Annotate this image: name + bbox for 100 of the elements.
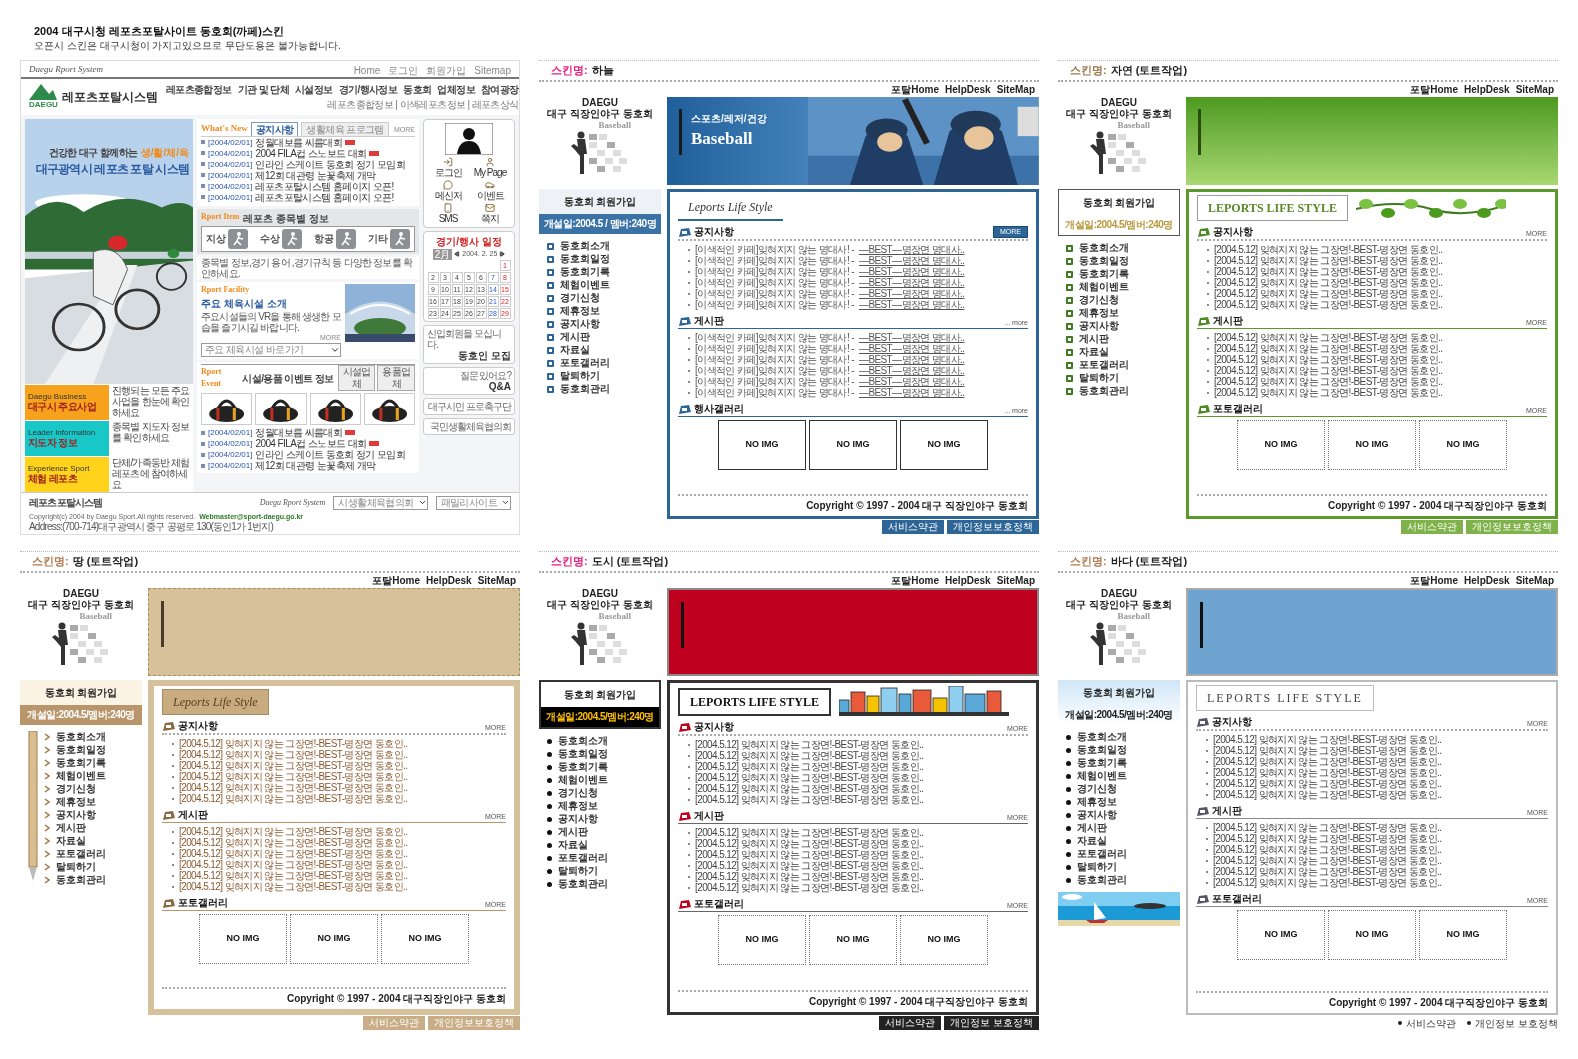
side-banner[interactable]: 국민생활체육협의회 xyxy=(423,417,515,435)
menu-link[interactable]: 자료실 xyxy=(1079,346,1109,358)
post-link[interactable]: [2004.5.12] 잊혀지지 않는 그장면!-BEST-명장면 동호인.. xyxy=(1214,332,1443,343)
sport-pictogram-icon[interactable] xyxy=(228,228,248,249)
menu-link[interactable]: 탈퇴하기 xyxy=(56,861,96,873)
menu-link[interactable]: 제휴정보 xyxy=(1079,307,1119,319)
sport-pictogram-icon[interactable] xyxy=(282,228,302,249)
post-link[interactable]: —BEST—명장면 명대사.. xyxy=(859,387,965,398)
post-link[interactable]: [2004.5.12] 잊혀지지 않는 그장면!-BEST-명장면 동호인.. xyxy=(1213,756,1442,767)
post-link[interactable]: [2004.5.12] 잊혀지지 않는 그장면!-BEST-명장면 동호인.. xyxy=(695,860,924,871)
post-link[interactable]: [2004.5.12] 잊혀지지 않는 그장면!-BEST-명장면 동호인.. xyxy=(695,761,924,772)
event-tab[interactable]: 용품업체 xyxy=(377,365,415,391)
news-link[interactable]: 2004 FILA컵 스노보드 대회 xyxy=(255,147,367,159)
post-link[interactable]: [2004.5.12] 잊혀지지 않는 그장면!-BEST-명장면 동호인.. xyxy=(1214,288,1443,299)
menu-link[interactable]: 제휴정보 xyxy=(1077,796,1117,808)
post-link[interactable]: [2004.5.12] 잊혀지지 않는 그장면!-BEST-명장면 동호인.. xyxy=(179,760,408,771)
menu-link[interactable]: 동호회일정 xyxy=(1079,255,1129,267)
post-link[interactable]: [2004.5.12] 잊혀지지 않는 그장면!-BEST-명장면 동호인.. xyxy=(1214,354,1443,365)
menu-link[interactable]: 탈퇴하기 xyxy=(1077,861,1117,873)
menu-link[interactable]: 동호회일정 xyxy=(1077,744,1127,756)
menu-link[interactable]: 동호회관리 xyxy=(1077,874,1127,886)
menu-link[interactable]: 제휴정보 xyxy=(560,305,600,317)
menu-link[interactable]: 포토갤러리 xyxy=(56,848,106,860)
previous-arrow-icon[interactable] xyxy=(454,251,461,257)
menu-link[interactable]: 공지사항 xyxy=(56,809,96,821)
event-tab[interactable]: 시설업체 xyxy=(337,365,376,391)
utility-link[interactable]: Sitemap xyxy=(474,64,511,77)
post-link[interactable]: [2004.5.12] 잊혀지지 않는 그장면!-BEST-명장면 동호인.. xyxy=(1214,365,1443,376)
menu-link[interactable]: 동호회관리 xyxy=(56,874,106,886)
menu-link[interactable]: 자료실 xyxy=(56,835,86,847)
post-link[interactable]: [2004.5.12] 잊혀지지 않는 그장면!-BEST-명장면 동호인.. xyxy=(695,794,924,805)
post-link[interactable]: [2004.5.12] 잊혀지지 않는 그장면!-BEST-명장면 동호인.. xyxy=(695,849,924,860)
menu-link[interactable]: 동호회소개 xyxy=(1077,731,1127,743)
footer-link[interactable]: 서비스약관 xyxy=(1406,1015,1457,1031)
post-link[interactable]: [2004.5.12] 잊혀지지 않는 그장면!-BEST-명장면 동호인.. xyxy=(695,827,924,838)
news-link[interactable]: 정월대보름 씨름대회 xyxy=(255,136,343,148)
side-banner[interactable]: 대구시민 프로축구단 xyxy=(423,397,515,415)
menu-link[interactable]: 경기신청 xyxy=(56,783,96,795)
sport-category-link[interactable]: 지상 xyxy=(206,231,226,246)
sport-category-link[interactable]: 항공 xyxy=(314,231,334,246)
post-link[interactable]: [2004.5.12] 잊혀지지 않는 그장면!-BEST-명장면 동호인.. xyxy=(695,750,924,761)
post-link[interactable]: [2004.5.12] 잊혀지지 않는 그장면!-BEST-명장면 동호인.. xyxy=(1214,255,1443,266)
top-link[interactable]: 포탈Home xyxy=(891,573,940,588)
menu-link[interactable]: 탈퇴하기 xyxy=(1079,372,1119,384)
post-link[interactable]: [2004.5.12] 잊혀지지 않는 그장면!-BEST-명장면 동호인.. xyxy=(1213,855,1442,866)
menu-link[interactable]: 공지사항 xyxy=(560,318,600,330)
top-link[interactable]: SiteMap xyxy=(996,82,1035,97)
join-link[interactable]: 동호회 회원가입 xyxy=(541,682,659,707)
post-link[interactable]: [2004.5.12] 잊혀지지 않는 그장면!-BEST-명장면 동호인.. xyxy=(179,793,408,804)
news-link[interactable]: 레포츠포탈시스템 홈페이지 오픈! xyxy=(255,191,394,203)
post-link[interactable]: [이색적인 카페]잊혀지지 않는 명대사! - xyxy=(695,288,854,299)
promo-tab[interactable]: Daegu Business 대구시 주요사업 xyxy=(25,385,109,420)
post-link[interactable]: [2004.5.12] 잊혀지지 않는 그장면!-BEST-명장면 동호인.. xyxy=(695,739,924,750)
top-link[interactable]: 포탈Home xyxy=(1410,573,1459,588)
menu-link[interactable]: 게시판 xyxy=(56,822,86,834)
menu-link[interactable]: 동호회소개 xyxy=(56,731,106,743)
post-link[interactable]: [2004.5.12] 잊혀지지 않는 그장면!-BEST-명장면 동호인.. xyxy=(1213,866,1442,877)
menu-link[interactable]: 경기신청 xyxy=(1077,783,1117,795)
menu-link[interactable]: 동호회기록 xyxy=(1079,268,1129,280)
menu-link[interactable]: 경기신청 xyxy=(560,292,600,304)
post-link[interactable]: [이색적인 카페]잊혀지지 않는 명대사! - xyxy=(695,244,854,255)
post-link[interactable]: [2004.5.12] 잊혀지지 않는 그장면!-BEST-명장면 동호인.. xyxy=(1214,266,1443,277)
menu-link[interactable]: 자료실 xyxy=(560,344,590,356)
post-link[interactable]: [2004.5.12] 잊혀지지 않는 그장면!-BEST-명장면 동호인.. xyxy=(1214,376,1443,387)
news-link[interactable]: 제12회 대관령 눈꽃축제 개막 xyxy=(255,460,376,471)
menu-link[interactable]: 동호회기록 xyxy=(560,266,610,278)
footer-button[interactable]: 서비스약관 xyxy=(882,520,944,534)
post-link[interactable]: [2004.5.12] 잊혀지지 않는 그장면!-BEST-명장면 동호인.. xyxy=(179,848,408,859)
post-link[interactable]: [이색적인 카페]잊혀지지 않는 명대사! - xyxy=(695,299,854,310)
menu-link[interactable]: 게시판 xyxy=(1079,333,1109,345)
post-link[interactable]: [2004.5.12] 잊혀지지 않는 그장면!-BEST-명장면 동호인.. xyxy=(179,749,408,760)
news-link[interactable]: 2004 FILA컵 스노보드 대회 xyxy=(255,438,367,449)
post-link[interactable]: [2004.5.12] 잊혀지지 않는 그장면!-BEST-명장면 동호인.. xyxy=(1213,844,1442,855)
side-banner[interactable]: 질문 있어요? Q&A xyxy=(423,366,515,395)
next-arrow-icon[interactable] xyxy=(499,251,506,257)
menu-link[interactable]: 게시판 xyxy=(1077,822,1107,834)
post-link[interactable]: [2004.5.12] 잊혀지지 않는 그장면!-BEST-명장면 동호인.. xyxy=(695,838,924,849)
news-link[interactable]: 인라인 스케이트 동호회 정기 모임회 xyxy=(255,158,406,170)
post-link[interactable]: [2004.5.12] 잊혀지지 않는 그장면!-BEST-명장면 동호인.. xyxy=(1213,789,1442,800)
top-link[interactable]: 포탈Home xyxy=(891,82,940,97)
news-link[interactable]: 레포츠포탈시스템 홈페이지 오픈! xyxy=(255,180,394,192)
post-link[interactable]: —BEST—명장면 명대사.. xyxy=(859,332,965,343)
sport-pictogram-icon[interactable] xyxy=(336,228,356,249)
post-link[interactable]: [2004.5.12] 잊혀지지 않는 그장면!-BEST-명장면 동호인.. xyxy=(1213,767,1442,778)
post-link[interactable]: —BEST—명장면 명대사.. xyxy=(859,266,965,277)
post-link[interactable]: [2004.5.12] 잊혀지지 않는 그장면!-BEST-명장면 동호인.. xyxy=(1214,387,1443,398)
menu-link[interactable]: 체험이벤트 xyxy=(560,279,610,291)
news-link[interactable]: 인라인 스케이트 동호회 정기 모임회 xyxy=(255,449,406,460)
post-link[interactable]: [2004.5.12] 잊혀지지 않는 그장면!-BEST-명장면 동호인.. xyxy=(695,882,924,893)
menu-link[interactable]: 탈퇴하기 xyxy=(560,370,600,382)
menu-link[interactable]: 포토갤러리 xyxy=(558,852,608,864)
menu-link[interactable]: 동호회관리 xyxy=(560,383,610,395)
post-link[interactable]: [2004.5.12] 잊혀지지 않는 그장면!-BEST-명장면 동호인.. xyxy=(1213,877,1442,888)
top-link[interactable]: HelpDesk xyxy=(1464,82,1510,97)
menu-link[interactable]: 동호회기록 xyxy=(558,761,608,773)
menu-link[interactable]: 동호회일정 xyxy=(56,744,106,756)
post-link[interactable]: [이색적인 카페]잊혀지지 않는 명대사! - xyxy=(695,277,854,288)
post-link[interactable]: [2004.5.12] 잊혀지지 않는 그장면!-BEST-명장면 동호인.. xyxy=(179,859,408,870)
menu-link[interactable]: 동호회기록 xyxy=(56,757,106,769)
menu-link[interactable]: 동호회관리 xyxy=(558,878,608,890)
